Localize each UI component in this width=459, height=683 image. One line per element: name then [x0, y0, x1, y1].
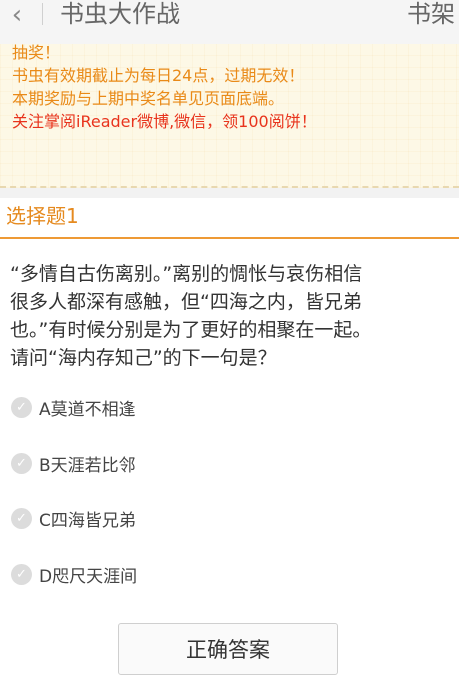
notice-line-4: 关注掌阅iReader微博,微信，领100阅饼！: [12, 112, 317, 131]
header-divider: [42, 3, 43, 25]
chevron-left-icon[interactable]: ‹: [2, 0, 32, 30]
notice-panel: 抽奖！ 书虫有效期截止为每日24点，过期无效！ 本期奖励与上期中奖名单见页面底端…: [0, 43, 459, 188]
question-text: “多情自古伤离别。”离别的惆怅与哀伤相信 很多人都深有感触，但“四海之内，皆兄弟…: [10, 260, 452, 372]
option-label: C四海皆兄弟: [39, 510, 136, 531]
option-c[interactable]: ✓ C四海皆兄弟: [11, 503, 136, 533]
question-line: 也。”有时候分别是为了更好的相聚在一起。: [10, 319, 372, 341]
section-title: 选择题1: [6, 204, 79, 228]
option-label: B天涯若比邻: [39, 455, 136, 476]
notice-line-2: 书虫有效期截止为每日24点，过期无效！: [12, 66, 305, 85]
option-b[interactable]: ✓ B天涯若比邻: [11, 448, 136, 478]
option-label: D咫尺天涯间: [39, 566, 138, 587]
check-circle-icon: ✓: [11, 396, 32, 418]
correct-answer-button[interactable]: 正确答案: [118, 623, 338, 675]
section-divider: [0, 237, 459, 239]
check-circle-icon: ✓: [11, 452, 32, 474]
notice-line-3: 本期奖励与上期中奖名单见页面底端。: [12, 89, 285, 108]
option-a[interactable]: ✓ A莫道不相逢: [11, 392, 136, 422]
top-bar: ‹ 书虫大作战 书架: [0, 0, 459, 45]
bookshelf-link[interactable]: 书架: [407, 0, 455, 28]
question-line: “多情自古伤离别。”离别的惆怅与哀伤相信: [10, 263, 363, 285]
option-label: A莫道不相逢: [39, 399, 136, 420]
option-d[interactable]: ✓ D咫尺天涯间: [11, 559, 137, 589]
question-line: 请问“海内存知己”的下一句是？: [10, 347, 277, 369]
page-title: 书虫大作战: [60, 0, 180, 28]
notice-line-1: 抽奖！: [12, 43, 61, 62]
question-line: 很多人都深有感触，但“四海之内，皆兄弟: [10, 291, 362, 313]
check-circle-icon: ✓: [11, 563, 32, 585]
check-circle-icon: ✓: [11, 507, 32, 529]
section-gap: [0, 188, 459, 198]
